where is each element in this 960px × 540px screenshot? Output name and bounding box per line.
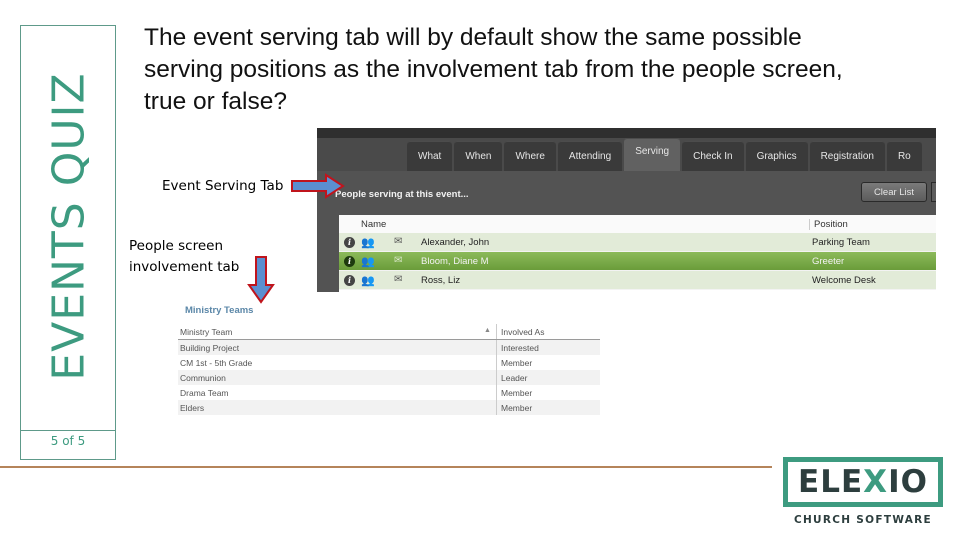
row-position: Welcome Desk (812, 275, 876, 286)
logo-subtitle: CHURCH SOFTWARE (793, 514, 933, 526)
event-serving-screenshot: What When Where Attending Serving Check … (317, 128, 936, 292)
quiz-sidebar: EVENTS QUIZ 5 of 5 (20, 25, 116, 460)
row-involved: Leader (496, 370, 527, 385)
table-row[interactable]: CM 1st - 5th Grade Member (178, 355, 600, 370)
info-icon[interactable]: i (344, 275, 355, 286)
row-name: Alexander, John (421, 237, 490, 248)
logo-text-pre: ELE (798, 464, 864, 500)
sidebar-title: EVENTS QUIZ (43, 71, 95, 381)
tab-where[interactable]: Where (504, 141, 556, 171)
people-icon[interactable]: 👥 (361, 274, 375, 287)
tab-what[interactable]: What (407, 141, 453, 171)
info-icon[interactable]: i (344, 237, 355, 248)
tab-check-in[interactable]: Check In (682, 141, 744, 171)
row-team: Communion (180, 373, 226, 383)
grid-header: Name Position (339, 215, 936, 233)
column-header-name[interactable]: Name (361, 219, 386, 230)
event-tabs: What When Where Attending Serving Check … (407, 138, 922, 171)
people-involvement-label-line1: People screen (129, 238, 224, 254)
down-arrow-icon (247, 256, 275, 304)
row-involved: Member (496, 400, 532, 415)
serving-panel: People serving at this event... Clear Li… (317, 171, 936, 292)
table-row[interactable]: i 👥 ✉ Alexander, John Parking Team (339, 233, 936, 252)
serving-heading: People serving at this event... (335, 189, 469, 200)
row-team: Elders (180, 403, 205, 413)
right-arrow-icon (291, 173, 345, 199)
sort-ascending-icon[interactable]: ▲ (484, 327, 491, 334)
ministry-teams-table: Ministry Team ▲ Involved As Building Pro… (178, 324, 600, 415)
serving-grid: Name Position i 👥 ✉ Alexander, John Park… (339, 215, 936, 292)
row-involved: Member (496, 355, 532, 370)
clear-list-button[interactable]: Clear List (861, 182, 927, 202)
tab-when[interactable]: When (454, 141, 503, 171)
row-involved: Member (496, 385, 532, 400)
ministry-teams-screenshot: Ministry Teams Ministry Team ▲ Involved … (176, 302, 600, 418)
row-name: Ross, Liz (421, 275, 461, 286)
logo-wordmark: ELEXIO (788, 464, 938, 500)
logo-text-x: X (863, 464, 889, 500)
row-team: CM 1st - 5th Grade (180, 358, 253, 368)
ministry-teams-title: Ministry Teams (185, 305, 254, 316)
column-header-involved-as[interactable]: Involved As (496, 324, 544, 339)
event-serving-tab-label: Event Serving Tab (162, 178, 284, 194)
ministry-table-body: Building Project Interested CM 1st - 5th… (178, 340, 600, 415)
column-header-position[interactable]: Position (809, 219, 848, 230)
people-involvement-label-line2: involvement tab (129, 259, 240, 275)
row-name: Bloom, Diane M (421, 256, 489, 267)
tab-attending[interactable]: Attending (557, 141, 623, 171)
elexio-logo: ELEXIO (783, 457, 943, 507)
sidebar-title-wrap: EVENTS QUIZ (21, 26, 117, 426)
row-team: Building Project (180, 343, 240, 353)
ministry-table-header: Ministry Team ▲ Involved As (178, 324, 600, 340)
table-row[interactable]: Building Project Interested (178, 340, 600, 355)
table-row[interactable]: Elders Member (178, 400, 600, 415)
table-row[interactable]: i 👥 ✉ Ross, Liz Welcome Desk (339, 271, 936, 290)
row-position: Parking Team (812, 237, 870, 248)
bottom-divider (0, 466, 772, 468)
question-text: The event serving tab will by default sh… (144, 24, 843, 115)
row-position: Greeter (812, 256, 845, 267)
row-involved: Interested (496, 340, 539, 355)
extra-button[interactable] (931, 182, 936, 202)
mail-icon[interactable]: ✉ (394, 255, 402, 266)
row-team: Drama Team (180, 388, 229, 398)
logo-text-post: IO (888, 464, 928, 500)
info-icon[interactable]: i (344, 256, 355, 267)
people-icon[interactable]: 👥 (361, 255, 375, 268)
app-top-bar (317, 128, 936, 138)
mail-icon[interactable]: ✉ (394, 274, 402, 285)
page-indicator: 5 of 5 (50, 434, 86, 448)
tab-graphics[interactable]: Graphics (745, 141, 808, 171)
column-header-ministry-team[interactable]: Ministry Team (180, 327, 232, 337)
people-icon[interactable]: 👥 (361, 236, 375, 249)
sidebar-divider (21, 430, 115, 431)
mail-icon[interactable]: ✉ (394, 236, 402, 247)
tab-ro[interactable]: Ro (886, 141, 922, 171)
table-row[interactable]: Drama Team Member (178, 385, 600, 400)
tab-registration[interactable]: Registration (809, 141, 885, 171)
table-row-selected[interactable]: i 👥 ✉ Bloom, Diane M Greeter (339, 252, 936, 271)
tab-serving[interactable]: Serving (624, 138, 681, 171)
table-row[interactable]: Communion Leader (178, 370, 600, 385)
